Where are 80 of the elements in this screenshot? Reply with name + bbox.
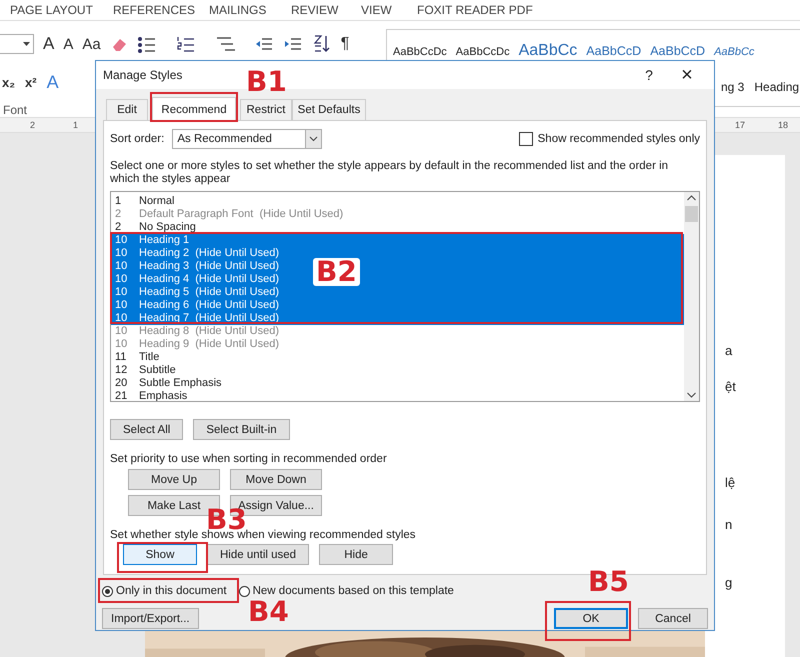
ruler-number: 1 xyxy=(73,120,78,130)
style-name: Heading xyxy=(754,80,800,94)
grow-font-button[interactable]: A xyxy=(43,34,54,54)
style-list-item[interactable]: 12 Subtitle xyxy=(111,364,684,377)
radio-option[interactable]: New documents based on this template xyxy=(238,585,454,597)
sort-order-label: Sort order: xyxy=(110,133,164,145)
annotation-label: B4 xyxy=(248,598,289,626)
scroll-thumb[interactable] xyxy=(685,206,698,222)
style-preview[interactable]: AaBbCcDc xyxy=(393,46,447,60)
style-list-item[interactable]: 10 Heading 5 (Hide Until Used) xyxy=(111,286,684,299)
style-list-item[interactable]: 21 Emphasis xyxy=(111,390,684,401)
ribbon-tab[interactable]: FOXIT READER PDF xyxy=(417,3,533,17)
style-list-item[interactable]: 2 No Spacing xyxy=(111,221,684,234)
scrollbar[interactable] xyxy=(684,192,699,401)
dialog-title: Manage Styles xyxy=(103,68,182,82)
ruler-number: 17 xyxy=(734,120,745,130)
document-text: lệ xyxy=(725,475,736,490)
style-list-item[interactable]: 1 Normal xyxy=(111,195,684,208)
annotation-label: B5 xyxy=(588,568,629,596)
style-list-item[interactable]: 10 Heading 9 (Hide Until Used) xyxy=(111,338,684,351)
ruler-number: 18 xyxy=(778,120,788,130)
sort-icon[interactable] xyxy=(312,34,332,54)
dialog-tab[interactable]: Restrict xyxy=(240,99,292,120)
dialog-tab[interactable]: Recommend xyxy=(152,97,236,120)
style-preview[interactable]: AaBbCcD xyxy=(650,44,706,60)
description-text: Select one or more styles to set whether the style appears by default in the recommended list and the order in which the styles appear xyxy=(110,160,670,186)
style-list-item[interactable]: 11 Title xyxy=(111,351,684,364)
annotation-label: B2 xyxy=(313,258,360,286)
visibility-button[interactable]: Hide xyxy=(319,544,394,565)
visibility-button[interactable]: Hide until used xyxy=(207,544,310,565)
shrink-font-button[interactable]: A xyxy=(63,36,74,52)
group-label: Font xyxy=(3,103,28,117)
ribbon-tab[interactable]: VIEW xyxy=(361,3,392,17)
font-size-field[interactable] xyxy=(0,34,34,54)
close-button[interactable]: × xyxy=(668,64,706,86)
style-preview[interactable]: AaBbCcDc xyxy=(456,46,510,60)
document-text: ệt xyxy=(725,379,736,394)
superscript-button[interactable]: x² xyxy=(25,74,37,90)
ruler-number: 2 xyxy=(30,120,36,130)
ok-button[interactable]: OK xyxy=(554,608,628,629)
caret-icon xyxy=(23,42,30,46)
subscript-button[interactable]: x₂ xyxy=(2,74,16,90)
checkbox-label: Show recommended styles only xyxy=(538,133,700,145)
cancel-button[interactable]: Cancel xyxy=(638,608,708,629)
select-button[interactable]: Select All xyxy=(110,419,184,440)
ribbon-tab[interactable]: REVIEW xyxy=(291,3,338,17)
visibility-button[interactable]: Show xyxy=(123,544,197,565)
priority-button[interactable]: Move Up xyxy=(128,469,220,490)
document-text: g xyxy=(725,575,732,590)
style-list-item[interactable]: 10 Heading 1 xyxy=(111,234,684,247)
visibility-label: Set whether style shows when viewing recommended styles xyxy=(110,529,417,541)
style-list-item[interactable]: 2 Default Paragraph Font (Hide Until Used) xyxy=(111,208,684,221)
ribbon-tab[interactable]: PAGE LAYOUT xyxy=(10,3,93,17)
ribbon-tab[interactable]: MAILINGS xyxy=(209,3,266,17)
priority-button[interactable]: Move Down xyxy=(230,469,322,490)
text-effects-button[interactable]: A xyxy=(46,72,59,92)
dialog-tab[interactable]: Edit xyxy=(106,99,148,120)
annotation-label: B1 xyxy=(246,68,287,96)
style-preview[interactable]: AaBbCcD xyxy=(586,44,642,60)
priority-label: Set priority to use when sorting in recommended order xyxy=(110,453,388,465)
help-button[interactable]: ? xyxy=(630,67,668,83)
checkbox[interactable] xyxy=(518,132,533,146)
document-text: n xyxy=(725,517,732,532)
change-case-button[interactable]: Aa xyxy=(82,36,101,52)
document-text: a xyxy=(725,343,732,358)
style-list-item[interactable]: 10 Heading 6 (Hide Until Used) xyxy=(111,299,684,312)
style-list-item[interactable]: 10 Heading 2 (Hide Until Used) xyxy=(111,247,684,260)
caret-icon[interactable] xyxy=(305,130,322,148)
style-preview[interactable]: AaBbCc xyxy=(518,42,578,60)
style-list-item[interactable]: 20 Subtle Emphasis xyxy=(111,377,684,390)
select-button[interactable]: Select Built-in xyxy=(193,419,290,440)
import-export-button[interactable]: Import/Export... xyxy=(102,608,199,629)
dialog-tab[interactable]: Set Defaults xyxy=(292,99,366,120)
style-name: ng 3 xyxy=(721,80,744,94)
ribbon-tab[interactable]: REFERENCES xyxy=(113,3,196,17)
style-preview[interactable]: AaBbCc xyxy=(714,46,754,60)
radio-option[interactable]: Only in this document xyxy=(102,585,227,597)
sort-order-dropdown[interactable]: As Recommended xyxy=(172,129,322,149)
style-list-item[interactable]: 10 Heading 8 (Hide Until Used) xyxy=(111,325,684,338)
show-formatting-button[interactable]: ¶ xyxy=(340,35,350,53)
